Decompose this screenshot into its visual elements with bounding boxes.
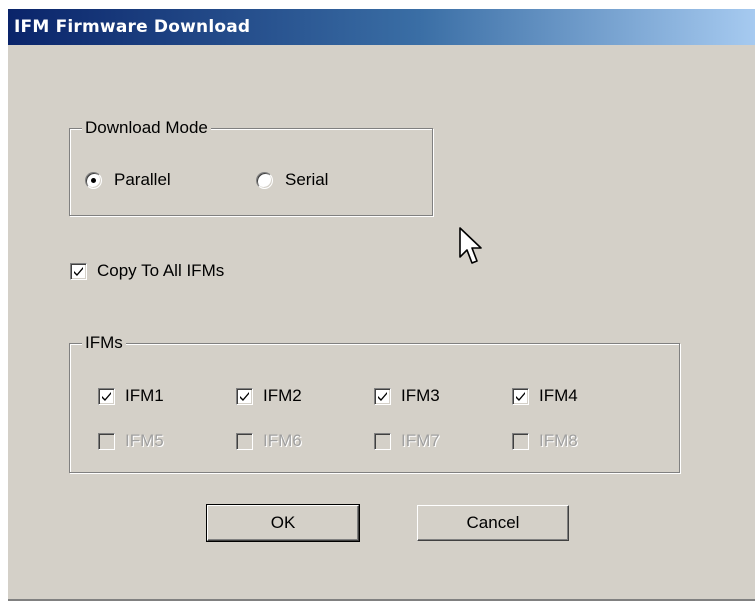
checkbox-checked-icon <box>374 387 391 405</box>
checkbox-ifm4[interactable]: IFM4 <box>512 386 578 406</box>
checkbox-ifm5[interactable]: IFM5 <box>98 431 164 451</box>
window-title: IFM Firmware Download <box>14 17 251 37</box>
ifm-firmware-download-dialog: IFM Firmware Download Download Mode Para… <box>7 8 755 601</box>
checkbox-checked-icon <box>98 387 115 405</box>
checkbox-ifm3[interactable]: IFM3 <box>374 386 440 406</box>
cancel-button[interactable]: Cancel <box>417 505 569 541</box>
radio-selected-icon <box>85 171 102 189</box>
ifms-legend: IFMs <box>82 331 126 355</box>
radio-unselected-icon <box>256 171 273 189</box>
checkbox-ifm4-label: IFM4 <box>539 386 578 405</box>
checkbox-unchecked-icon <box>98 432 115 450</box>
mouse-pointer-icon <box>459 227 482 264</box>
checkbox-unchecked-icon <box>236 432 253 450</box>
copy-to-all-checkbox[interactable]: Copy To All IFMs <box>70 261 224 281</box>
radio-parallel[interactable]: Parallel <box>85 170 171 190</box>
checkbox-ifm2[interactable]: IFM2 <box>236 386 302 406</box>
ifms-group: IFMs IFM1 IFM2 IFM3 IFM4 IFM5 IFM6 IFM7 … <box>69 331 680 473</box>
checkmark-icon <box>102 391 111 401</box>
checkbox-ifm1[interactable]: IFM1 <box>98 386 164 406</box>
checkbox-checked-icon <box>236 387 253 405</box>
checkbox-ifm7[interactable]: IFM7 <box>374 431 440 451</box>
checkmark-icon <box>378 391 387 401</box>
ok-button[interactable]: OK <box>206 504 360 542</box>
radio-serial[interactable]: Serial <box>256 170 328 190</box>
checkmark-icon <box>240 391 249 401</box>
radio-serial-label: Serial <box>285 170 329 189</box>
title-bar[interactable]: IFM Firmware Download <box>8 9 755 45</box>
checkbox-ifm5-label: IFM5 <box>125 431 164 450</box>
copy-to-all-label: Copy To All IFMs <box>97 261 225 280</box>
checkbox-unchecked-icon <box>374 432 391 450</box>
download-mode-group: Download Mode Parallel Serial <box>69 116 433 216</box>
checkbox-unchecked-icon <box>512 432 529 450</box>
checkbox-ifm3-label: IFM3 <box>401 386 440 405</box>
checkbox-ifm8-label: IFM8 <box>539 431 578 450</box>
checkbox-ifm2-label: IFM2 <box>263 386 302 405</box>
download-mode-legend: Download Mode <box>82 116 211 140</box>
checkbox-ifm1-label: IFM1 <box>125 386 164 405</box>
checkbox-checked-icon <box>70 262 87 280</box>
checkbox-ifm8[interactable]: IFM8 <box>512 431 578 451</box>
checkbox-checked-icon <box>512 387 529 405</box>
checkbox-ifm6-label: IFM6 <box>263 431 302 450</box>
checkmark-icon <box>516 391 525 401</box>
checkmark-icon <box>74 266 83 276</box>
radio-parallel-label: Parallel <box>114 170 171 189</box>
checkbox-ifm6[interactable]: IFM6 <box>236 431 302 451</box>
checkbox-ifm7-label: IFM7 <box>401 431 440 450</box>
